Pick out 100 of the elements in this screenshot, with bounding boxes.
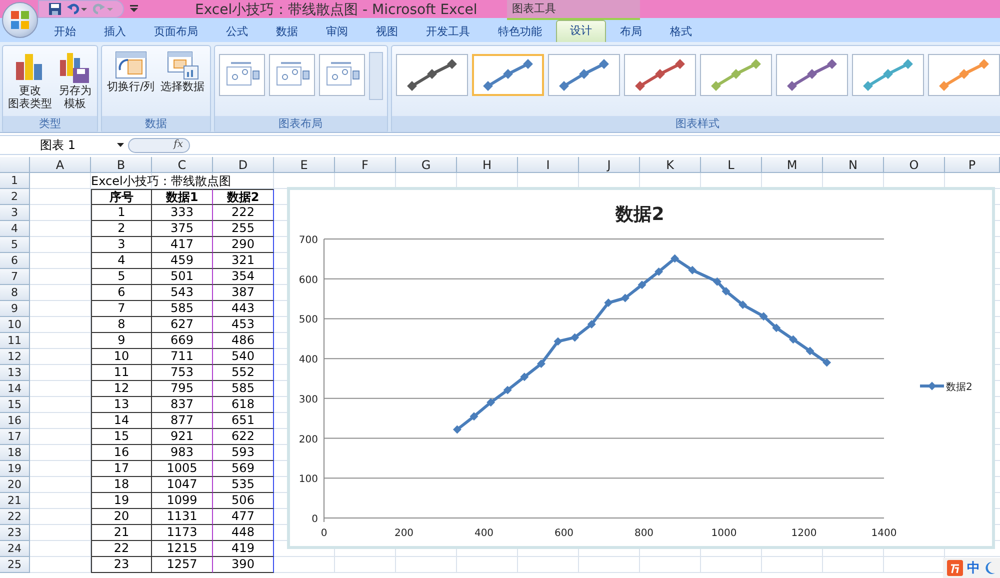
ribbon-tab[interactable]: 开始 (40, 21, 90, 42)
row-number: 23 (0, 525, 30, 541)
data-point (520, 372, 529, 382)
chart-style-option[interactable] (472, 54, 544, 96)
table-cell: 552 (213, 365, 274, 381)
save-icon[interactable] (49, 3, 61, 15)
column-header[interactable]: H (457, 157, 518, 173)
column-header[interactable]: N (823, 157, 884, 173)
office-logo-icon (10, 10, 30, 30)
chart-style-option[interactable] (776, 54, 848, 96)
ribbon-button[interactable]: 选择数据 (160, 49, 206, 94)
data-point (688, 266, 697, 274)
column-header[interactable]: C (152, 157, 213, 173)
chart-layout-option[interactable] (268, 54, 315, 96)
window-title: Excel小技巧：带线散点图 - Microsoft Excel (195, 1, 478, 19)
ribbon-tab[interactable]: 布局 (606, 21, 656, 42)
gallery-scrollbar[interactable] (368, 52, 383, 100)
row-number: 24 (0, 541, 30, 557)
ribbon-tab[interactable]: 审阅 (312, 21, 362, 42)
table-cell: 593 (213, 445, 274, 461)
column-header[interactable]: P (945, 157, 1000, 173)
row-number: 14 (0, 381, 30, 397)
column-header[interactable]: I (518, 157, 579, 173)
table-cell: 375 (152, 221, 213, 237)
table-cell: 921 (152, 429, 213, 445)
ribbon-tab[interactable]: 数据 (262, 21, 312, 42)
table-cell: 877 (152, 413, 213, 429)
undo-icon[interactable] (67, 3, 87, 15)
table-cell: 417 (152, 237, 213, 253)
ribbon-tab[interactable]: 开发工具 (412, 21, 484, 42)
y-tick-label: 300 (298, 394, 318, 406)
sheet-title: Excel小技巧：带线散点图 (91, 173, 232, 189)
ribbon-tab[interactable]: 设计 (556, 20, 606, 42)
x-tick-label: 0 (320, 528, 328, 539)
chart-style-option[interactable] (396, 54, 468, 96)
data-point (712, 277, 722, 286)
ime-logo-icon[interactable] (947, 560, 963, 576)
row-number: 3 (0, 205, 30, 221)
row-number: 4 (0, 221, 30, 237)
table-cell: 354 (213, 269, 274, 285)
data-point (788, 335, 798, 344)
ribbon-tab[interactable]: 视图 (362, 21, 412, 42)
table-cell: 622 (213, 429, 274, 445)
ribbon-button[interactable]: 另存为 模板 (57, 49, 93, 111)
row-number: 10 (0, 317, 30, 333)
column-header[interactable]: G (396, 157, 457, 173)
ribbon-tab[interactable]: 页面布局 (140, 21, 212, 42)
table-cell: 14 (91, 413, 152, 429)
table-cell: 10 (91, 349, 152, 365)
column-header[interactable]: F (335, 157, 396, 173)
column-header[interactable]: L (701, 157, 762, 173)
row-number: 9 (0, 301, 30, 317)
data-point (620, 294, 630, 302)
table-cell: 255 (213, 221, 274, 237)
dropdown-caret-icon[interactable] (117, 143, 124, 147)
ribbon-tab[interactable]: 特色功能 (484, 21, 556, 42)
table-cell: 543 (152, 285, 213, 301)
column-header[interactable]: J (579, 157, 640, 173)
name-box[interactable]: 图表 1 (0, 137, 128, 153)
row-number: 16 (0, 413, 30, 429)
data-point (638, 280, 646, 290)
line-style-icon (710, 58, 761, 92)
insert-function-button[interactable]: fx (128, 138, 190, 152)
column-header[interactable]: E (274, 157, 335, 173)
ribbon-tab[interactable]: 公式 (212, 21, 262, 42)
line-style-icon (558, 58, 609, 92)
chart-style-option[interactable] (624, 54, 696, 96)
column-header[interactable]: M (762, 157, 823, 173)
customize-dropdown-icon[interactable] (130, 5, 138, 13)
line-style-icon (634, 58, 685, 92)
row-number: 8 (0, 285, 30, 301)
column-header[interactable]: A (30, 157, 91, 173)
table-cell: 222 (213, 205, 274, 221)
ribbon-button[interactable]: 更改 图表类型 (7, 49, 53, 111)
ribbon-tab[interactable]: 插入 (90, 21, 140, 42)
office-button[interactable] (2, 2, 38, 38)
moon-icon[interactable] (984, 561, 996, 575)
row-number: 19 (0, 461, 30, 477)
chart-style-option[interactable] (548, 54, 620, 96)
line-style-icon (406, 58, 457, 92)
ribbon-tab[interactable]: 格式 (656, 21, 706, 42)
column-header[interactable]: B (91, 157, 152, 173)
chart-area[interactable]: 数据2 0 100 200 300 400 500 600 700 0 200 400 600 800 1000 1200 1400 数据2 (287, 187, 995, 549)
x-tick-label: 800 (634, 528, 654, 539)
table-cell: 569 (213, 461, 274, 477)
column-header[interactable]: K (640, 157, 701, 173)
chart-layout-option[interactable] (218, 54, 265, 96)
chart-layout-option[interactable] (318, 54, 365, 96)
select-all-corner[interactable] (0, 157, 30, 173)
table-cell: 18 (91, 477, 152, 493)
column-header[interactable]: O (884, 157, 945, 173)
table-cell: 1215 (152, 541, 213, 557)
row-number: 6 (0, 253, 30, 269)
ribbon-button[interactable]: 切换行/列 (106, 49, 156, 94)
table-cell: 7 (91, 301, 152, 317)
table-cell: 321 (213, 253, 274, 269)
column-header[interactable]: D (213, 157, 274, 173)
table-cell: 387 (213, 285, 274, 301)
row-number: 11 (0, 333, 30, 349)
row-number: 13 (0, 365, 30, 381)
